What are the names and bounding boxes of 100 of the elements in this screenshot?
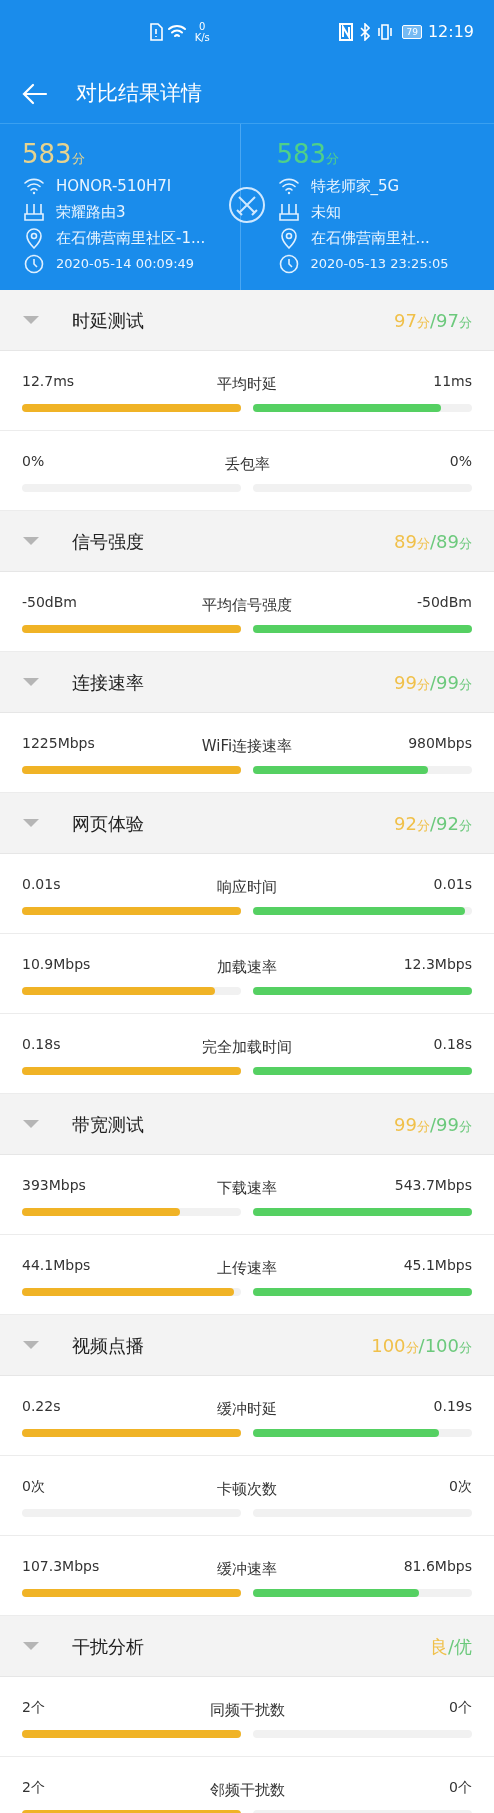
right-value: -50dBm <box>417 593 472 612</box>
bluetooth-icon <box>360 23 371 41</box>
score-separator: / <box>430 308 437 333</box>
location-text: 在石佛营南里社... <box>310 227 430 249</box>
page-title: 对比结果详情 <box>76 79 202 107</box>
right-value: 0次 <box>449 1477 472 1496</box>
left-value: 0.22s <box>22 1397 61 1416</box>
section-title: 连接速率 <box>72 670 144 695</box>
left-value: 0.01s <box>22 875 61 894</box>
left-value: 2个 <box>22 1698 45 1717</box>
wifi-name: HONOR-510H7I <box>56 175 172 197</box>
section-header[interactable]: 带宽测试 99分/99分 <box>0 1094 494 1155</box>
metric-name: 丢包率 <box>224 454 270 475</box>
right-value: 980Mbps <box>408 734 472 753</box>
wifi-status-icon <box>166 24 187 40</box>
section-score: 97分 <box>394 308 430 333</box>
right-value: 0.19s <box>433 1397 472 1416</box>
section-header[interactable]: 视频点播 100分/100分 <box>0 1315 494 1376</box>
location-pin-icon <box>25 227 43 249</box>
left-value: 1225Mbps <box>22 734 95 753</box>
section-title: 信号强度 <box>72 529 144 554</box>
section-header[interactable]: 连接速率 99分/99分 <box>0 652 494 713</box>
left-value: 0% <box>22 452 45 471</box>
section-score: 99分 <box>394 1112 430 1137</box>
section-score: 92分 <box>394 811 430 836</box>
section-title: 网页体验 <box>72 811 144 836</box>
right-value: 45.1Mbps <box>403 1256 472 1275</box>
section-title: 干扰分析 <box>72 1634 144 1659</box>
metric-name: 完全加载时间 <box>202 1037 292 1058</box>
left-value: 10.9Mbps <box>22 955 91 974</box>
nfc-icon <box>338 23 355 41</box>
test-time: 2020-05-14 00:09:49 <box>56 255 195 274</box>
section-score: 89分 <box>436 529 472 554</box>
score-separator: / <box>447 1634 454 1659</box>
metric-name: 上传速率 <box>217 1258 277 1279</box>
network-score: 583分 <box>276 140 341 171</box>
back-arrow-icon[interactable] <box>22 82 48 105</box>
right-value: 0.01s <box>433 875 472 894</box>
metric-name: 缓冲速率 <box>217 1559 277 1580</box>
network-speed-value: 0 <box>199 21 206 32</box>
section-header[interactable]: 信号强度 89分/89分 <box>0 511 494 572</box>
metric-name: 邻频干扰数 <box>209 1780 285 1801</box>
section-score: 89分 <box>394 529 430 554</box>
network-score: 583分 <box>22 140 86 171</box>
router-name: 未知 <box>310 201 341 223</box>
location-pin-icon <box>279 227 298 249</box>
section-score: 92分 <box>436 811 472 836</box>
wifi-icon <box>23 177 45 195</box>
left-value: 0次 <box>22 1477 45 1496</box>
section-header[interactable]: 网页体验 92分/92分 <box>0 793 494 854</box>
test-time: 2020-05-13 23:25:05 <box>310 255 449 274</box>
section-score: 优 <box>454 1634 472 1659</box>
router-icon <box>277 202 300 222</box>
battery-indicator: 79 <box>402 25 422 39</box>
section-title: 带宽测试 <box>72 1112 144 1137</box>
metric-name: 平均时延 <box>217 374 277 395</box>
router-icon <box>23 202 45 222</box>
section-score: 99分 <box>436 1112 472 1137</box>
wifi-name: 特老师家_5G <box>310 175 400 197</box>
left-value: 2个 <box>22 1778 45 1797</box>
score-separator: / <box>418 1333 425 1358</box>
section-header[interactable]: 干扰分析 良/优 <box>0 1616 494 1677</box>
right-value: 81.6Mbps <box>403 1557 472 1576</box>
section-score: 良 <box>429 1634 448 1659</box>
section-score: 100分 <box>424 1333 472 1358</box>
metric-name: WiFi连接速率 <box>201 736 293 757</box>
network-speed-unit: K/s <box>194 32 210 43</box>
right-value: 11ms <box>433 372 472 391</box>
metric-name: 缓冲时延 <box>217 1399 277 1420</box>
left-value: 12.7ms <box>22 372 75 391</box>
right-value: 0.18s <box>433 1035 472 1054</box>
metric-name: 卡顿次数 <box>217 1479 277 1500</box>
left-value: 107.3Mbps <box>22 1557 100 1576</box>
score-separator: / <box>430 1112 437 1137</box>
clock-icon <box>278 254 299 274</box>
sim-icon <box>148 23 163 41</box>
versus-swords-icon <box>228 186 266 224</box>
vibrate-icon <box>376 24 395 40</box>
left-value: 0.18s <box>22 1035 61 1054</box>
status-time: 12:19 <box>427 21 474 43</box>
section-score: 100分 <box>371 1333 419 1358</box>
left-value: 393Mbps <box>22 1176 86 1195</box>
section-score: 97分 <box>436 308 472 333</box>
score-separator: / <box>430 811 437 836</box>
section-title: 视频点播 <box>72 1333 144 1358</box>
clock-icon <box>24 254 44 274</box>
right-value: 0个 <box>449 1778 472 1797</box>
right-value: 543.7Mbps <box>394 1176 472 1195</box>
right-value: 0% <box>449 452 472 471</box>
router-name: 荣耀路由3 <box>56 201 126 223</box>
section-score: 99分 <box>436 670 472 695</box>
metric-name: 下载速率 <box>217 1178 277 1199</box>
score-separator: / <box>430 670 437 695</box>
score-separator: / <box>430 529 437 554</box>
wifi-icon <box>277 177 300 195</box>
section-header[interactable]: 时延测试 97分/97分 <box>0 290 494 351</box>
right-value: 12.3Mbps <box>403 955 472 974</box>
section-score: 99分 <box>394 670 430 695</box>
metric-name: 平均信号强度 <box>202 595 292 616</box>
left-value: -50dBm <box>22 593 77 612</box>
